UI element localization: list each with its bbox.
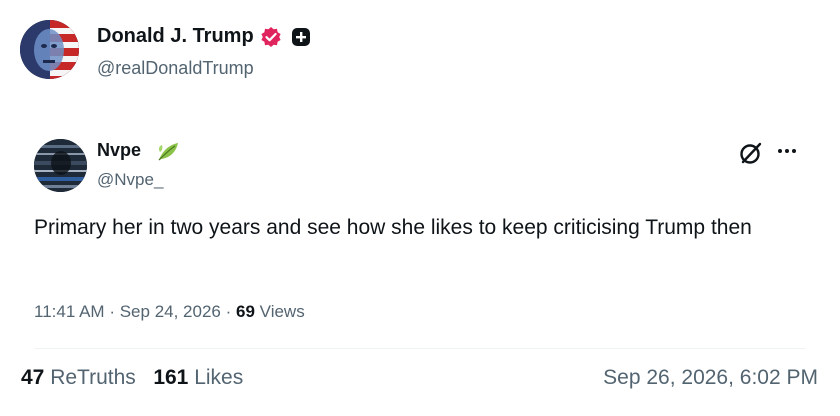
likes-stat[interactable]: 161 Likes [153,366,243,389]
quote-author-name[interactable]: Nvpe [97,140,141,161]
meta-separator: · [109,302,115,321]
likes-count: 161 [153,366,189,389]
author-handle[interactable]: @realDonaldTrump [97,58,254,79]
more-icon[interactable] [774,141,800,161]
quote-author-handle[interactable]: @Nvpe_ [97,170,163,190]
views-count: 69 [236,302,255,321]
meta-separator: · [225,302,232,321]
retruths-label: ReTruths [50,366,136,389]
quote-avatar[interactable] [34,139,87,192]
quote-text: Primary her in two years and see how she… [34,216,752,239]
grok-icon[interactable] [738,140,764,166]
divider [34,348,806,349]
verified-icon [260,26,282,48]
leaf-icon [156,140,180,162]
quote-time[interactable]: 11:41 AM [34,302,105,321]
quote-meta: 11:41 AM · Sep 24, 2026 · 69 Views [34,302,305,322]
views-label: Views [259,302,305,321]
plus-icon [291,27,311,47]
author-name[interactable]: Donald J. Trump [97,25,254,48]
post-timestamp[interactable]: Sep 26, 2026, 6:02 PM [603,366,818,390]
post-stats: 47 ReTruths 161 Likes [21,366,243,390]
retruths-count: 47 [21,366,45,389]
likes-label: Likes [194,366,244,389]
author-avatar[interactable] [20,20,79,79]
quote-date[interactable]: Sep 24, 2026 [120,302,221,321]
retruths-stat[interactable]: 47 ReTruths [21,366,142,389]
